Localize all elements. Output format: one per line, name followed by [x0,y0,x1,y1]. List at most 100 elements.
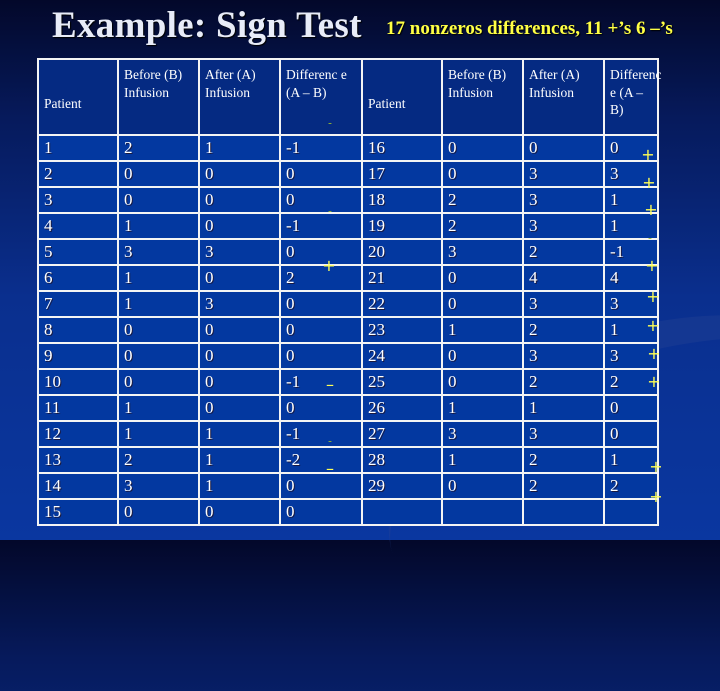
minus-sign-mark: - [328,204,332,218]
table-row: 18 2 3 1 [361,186,659,214]
cell-difference: -1 [279,420,363,448]
header-after: After (A) Infusion [522,58,605,136]
cell-before: 0 [117,368,200,396]
cell-difference: 0 [279,394,363,422]
table-row: 8000 [37,316,363,344]
plus-sign-mark: + [645,256,659,275]
cell-after: 0 [198,342,281,370]
cell-patient: 17 [361,160,443,188]
cell-patient: 5 [37,238,119,266]
cell-difference: 0 [279,316,363,344]
cell-after: 0 [198,186,281,214]
cell-before: 0 [117,342,200,370]
table-row: 22 0 3 3 [361,290,659,318]
header-difference: Differenc e (A – B) [603,58,661,136]
cell-before [441,498,524,526]
cell-before: 0 [117,316,200,344]
cell-patient: 8 [37,316,119,344]
cell-after: 4 [522,264,605,292]
header-difference: Differenc e (A – B) [279,58,363,136]
cell-after: 1 [198,472,281,500]
table-row: 4 1 0 -1 [37,212,363,240]
left-data-table: Patient Before (B) Infusion After (A) Infu… [37,58,363,526]
table-row: 10 0 0 -1 [37,368,363,396]
cell-patient [361,498,443,526]
cell-before: 1 [117,394,200,422]
cell-patient: 25 [361,368,443,396]
table-row [361,498,659,526]
cell-before: 0 [441,134,524,162]
cell-patient: 20 [361,238,443,266]
cell-patient: 26 [361,394,443,422]
cell-after: 3 [522,290,605,318]
slide-title: Example: Sign Test [52,5,362,46]
cell-patient: 16 [361,134,443,162]
slide-subtitle: 17 nonzeros differences, 11 +’s 6 –’s [386,18,673,39]
table-row: 7130 [37,290,363,318]
cell-before: 0 [117,498,200,526]
plus-sign-mark: + [322,256,336,275]
cell-patient: 18 [361,186,443,214]
table-row: 19 2 3 1 [361,212,659,240]
cell-before: 1 [441,394,524,422]
cell-difference: 0 [603,420,659,448]
cell-difference: 0 [279,290,363,318]
header-patient: Patient [361,58,443,136]
plus-sign-mark: + [642,173,656,192]
cell-patient: 4 [37,212,119,240]
cell-after: 2 [522,238,605,266]
table-row: 12 1 1 -1 [37,420,363,448]
table-row: 25 0 2 2 [361,368,659,396]
cell-patient: 7 [37,290,119,318]
table-row: 3000 [37,186,363,214]
cell-before: 2 [117,446,200,474]
table-row: 21 0 4 4 [361,264,659,292]
cell-after: 3 [198,290,281,318]
plus-sign-mark: + [644,200,658,219]
table-row: 28 1 2 1 [361,446,659,474]
cell-patient: 3 [37,186,119,214]
cell-after: 1 [522,394,605,422]
cell-patient: 9 [37,342,119,370]
cell-patient: 24 [361,342,443,370]
header-after: After (A) Infusion [198,58,281,136]
cell-before: 2 [441,186,524,214]
cell-patient: 10 [37,368,119,396]
table-row: 27 3 3 0 [361,420,659,448]
minus-sign-mark: – [326,375,334,394]
cell-patient: 15 [37,498,119,526]
cell-before: 0 [441,290,524,318]
table-row: 15 0 0 0 [37,498,363,526]
cell-after: 0 [198,160,281,188]
cell-difference: 0 [279,472,363,500]
plus-sign-mark: + [641,145,655,164]
cell-before: 1 [441,316,524,344]
table-row: 20 3 2 -1 [361,238,659,266]
cell-after: 0 [198,394,281,422]
right-data-table: Patient Before (B) Infusion After (A) Infu… [361,58,661,526]
table-row: 29 0 2 2 [361,472,659,500]
cell-before: 2 [117,134,200,162]
cell-patient: 6 [37,264,119,292]
cell-difference: -1 [279,134,363,162]
cell-difference: 0 [279,342,363,370]
plus-sign-mark: + [646,316,660,335]
cell-difference: -1 [279,368,363,396]
header-patient: Patient [37,58,119,136]
table-row: 16 0 0 0 [361,134,659,162]
table-row: 6102 [37,264,363,292]
cell-before: 2 [441,212,524,240]
cell-after: 3 [522,420,605,448]
table-header-row: Patient Before (B) Infusion After (A) Infu… [37,58,363,136]
table-row: 5330 [37,238,363,266]
minus-sign-mark: - [328,434,332,448]
cell-patient: 12 [37,420,119,448]
cell-after: 0 [198,498,281,526]
cell-patient: 11 [37,394,119,422]
plus-sign-mark: + [649,487,663,506]
cell-difference: -1 [279,212,363,240]
table-row: 14 3 1 0 [37,472,363,500]
cell-after [522,498,605,526]
cell-difference: -2 [279,446,363,474]
cell-before: 1 [117,212,200,240]
